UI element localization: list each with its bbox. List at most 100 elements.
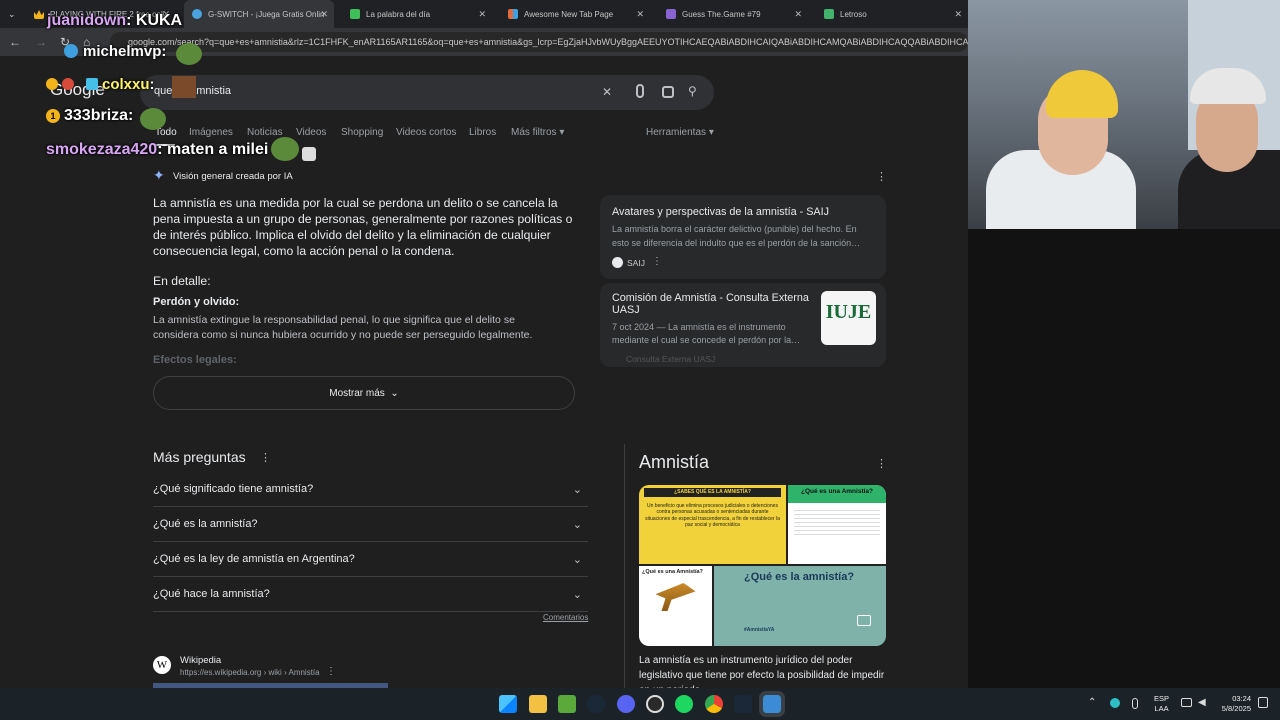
chat-user: 333briza <box>64 107 129 124</box>
source-site: SAIJ <box>627 258 645 268</box>
keyboard-layout: LAA <box>1154 704 1169 713</box>
language-indicator[interactable]: ESP LAA <box>1154 694 1169 714</box>
tab-more-filters[interactable]: Más filtros ▾ <box>511 127 564 138</box>
source-snippet: 7 oct 2024 — La amnistía es el instrumen… <box>612 322 801 345</box>
app-icon[interactable] <box>759 691 785 717</box>
result-site[interactable]: Wikipedia <box>180 655 221 666</box>
tab-4[interactable]: Awesome New Tab Page ✕ <box>500 0 650 28</box>
network-icon[interactable] <box>1181 698 1192 707</box>
chevron-down-icon: ⌄ <box>572 588 582 601</box>
wikipedia-icon: W <box>153 656 171 674</box>
obs-icon[interactable] <box>646 695 664 713</box>
steam-icon[interactable] <box>587 695 605 713</box>
back-icon[interactable]: ← <box>9 35 21 49</box>
chevron-up-icon[interactable]: ⌃ <box>1088 697 1096 708</box>
feedback-link[interactable]: Comentarios <box>543 613 588 622</box>
chat-message: 333briza: <box>64 107 133 125</box>
clock[interactable]: 03:24 5/8/2025 <box>1214 694 1251 714</box>
notification-icon[interactable] <box>1258 697 1268 708</box>
ai-overview-header: Visión general creada por IA <box>173 171 293 182</box>
source-thumbnail[interactable]: IUJE <box>821 291 876 345</box>
question-item[interactable]: ¿Qué hace la amnistía? ⌄ <box>153 577 588 612</box>
dark-panel <box>968 229 1280 688</box>
more-questions-title: Más preguntas <box>153 449 246 465</box>
sub-heading-faded: Efectos legales: <box>153 354 237 366</box>
steam-icon[interactable] <box>734 695 752 713</box>
more-options-icon[interactable]: ⋮ <box>326 666 336 677</box>
close-icon[interactable]: ✕ <box>636 9 644 20</box>
more-filters-label: Más filtros <box>511 127 557 138</box>
tab-5[interactable]: Guess The.Game #79 ✕ <box>658 0 808 28</box>
more-options-icon[interactable]: ⋮ <box>652 256 662 267</box>
microphone-icon[interactable] <box>636 84 644 98</box>
close-icon[interactable]: ✕ <box>954 9 962 20</box>
collage-image-2[interactable]: ¿Qué es una Amnistía? <box>788 485 886 564</box>
tools-button[interactable]: Herramientas ▾ <box>646 127 714 138</box>
start-icon[interactable] <box>499 695 517 713</box>
tab-news[interactable]: Noticias <box>247 127 283 138</box>
time: 03:24 <box>1232 694 1251 703</box>
tab-6[interactable]: Letroso ✕ <box>816 0 968 28</box>
tab-title: La palabra del día <box>366 9 431 19</box>
pepe-emote-icon <box>271 137 299 161</box>
image-heading: ¿Qué es una Amnistía? <box>642 569 703 575</box>
image-collage[interactable]: ¿SABES QUÉ ES LA AMNISTÍA? Un beneficio … <box>639 485 886 646</box>
chevron-down-icon: ⌄ <box>572 518 582 531</box>
question-item[interactable]: ¿Qué es la ley de amnistía en Argentina?… <box>153 542 588 577</box>
tab-shopping[interactable]: Shopping <box>341 127 383 138</box>
app-icon[interactable] <box>558 695 576 713</box>
close-icon[interactable]: ✕ <box>320 9 328 20</box>
address-bar[interactable]: google.com/search?q=que+es+amnistia&rlz=… <box>110 32 968 52</box>
tools-label: Herramientas <box>646 127 707 138</box>
chevron-down-icon: ⌄ <box>572 553 582 566</box>
volume-icon[interactable]: ◀ <box>1198 697 1206 708</box>
question-text: ¿Qué hace la amnistía? <box>153 588 270 600</box>
image-lines <box>794 507 880 535</box>
question-item[interactable]: ¿Qué es la amnistía? ⌄ <box>153 507 588 542</box>
forward-icon[interactable]: → <box>35 35 47 49</box>
tray-icon[interactable] <box>1110 698 1120 708</box>
tab-books[interactable]: Libros <box>469 127 496 138</box>
more-options-icon[interactable]: ⋮ <box>260 451 271 464</box>
collage-image-3[interactable]: ¿Qué es una Amnistía? <box>639 566 712 646</box>
close-icon[interactable]: ✕ <box>478 9 486 20</box>
tab-videos[interactable]: Videos <box>296 127 326 138</box>
chat-text: : <box>128 107 134 124</box>
more-options-icon[interactable]: ⋮ <box>876 170 887 183</box>
tab-short-videos[interactable]: Videos cortos <box>396 127 456 138</box>
tab-title: G-SWITCH - ¡Juega Gratis Onlin <box>208 9 325 19</box>
lens-icon[interactable] <box>662 86 674 98</box>
close-icon[interactable]: ✕ <box>794 9 802 20</box>
clear-icon[interactable]: ✕ <box>602 85 612 99</box>
tab-images[interactable]: Imágenes <box>189 127 233 138</box>
chat-user: smokezaza420 <box>46 141 158 158</box>
file-explorer-icon[interactable] <box>529 695 547 713</box>
search-icon[interactable]: ⚲ <box>688 84 697 98</box>
source-title[interactable]: Avatares y perspectivas de la amnistía -… <box>612 206 877 218</box>
chrome-icon[interactable] <box>705 695 723 713</box>
image-hashtag: #AmnistíaYA <box>744 627 775 633</box>
show-more-button[interactable]: Mostrar más ⌄ <box>153 376 575 410</box>
p-icon <box>350 9 360 19</box>
discord-icon[interactable] <box>617 695 635 713</box>
chat-user: juanidown <box>47 12 127 29</box>
microphone-icon[interactable] <box>1132 698 1138 709</box>
tab-search-button[interactable]: ⌄ <box>0 0 24 28</box>
date: 5/8/2025 <box>1221 704 1251 713</box>
grid-icon <box>824 9 834 19</box>
badge-icon <box>86 78 98 90</box>
tab-2[interactable]: G-SWITCH - ¡Juega Gratis Onlin ✕ <box>184 0 334 28</box>
tab-3[interactable]: La palabra del día ✕ <box>342 0 492 28</box>
source-title[interactable]: Comisión de Amnistía - Consulta Externa … <box>612 292 812 316</box>
source-snippet: La amnistía borra el carácter delictivo … <box>612 224 861 248</box>
question-item[interactable]: ¿Qué significado tiene amnistía? ⌄ <box>153 472 588 507</box>
more-options-icon[interactable]: ⋮ <box>876 457 887 470</box>
collage-image-4[interactable]: ¿Qué es la amnistía? #AmnistíaYA <box>714 566 886 646</box>
collage-image-1[interactable]: ¿SABES QUÉ ES LA AMNISTÍA? Un beneficio … <box>639 485 786 564</box>
result-url[interactable]: https://es.wikipedia.org › wiki › Amnist… <box>180 668 320 677</box>
expand-image-icon[interactable] <box>857 615 871 626</box>
chat-message: juanidown: KUKA <box>47 12 182 30</box>
dropdown-icon: ▾ <box>559 127 565 138</box>
question-text: ¿Qué significado tiene amnistía? <box>153 483 314 495</box>
spotify-icon[interactable] <box>675 695 693 713</box>
